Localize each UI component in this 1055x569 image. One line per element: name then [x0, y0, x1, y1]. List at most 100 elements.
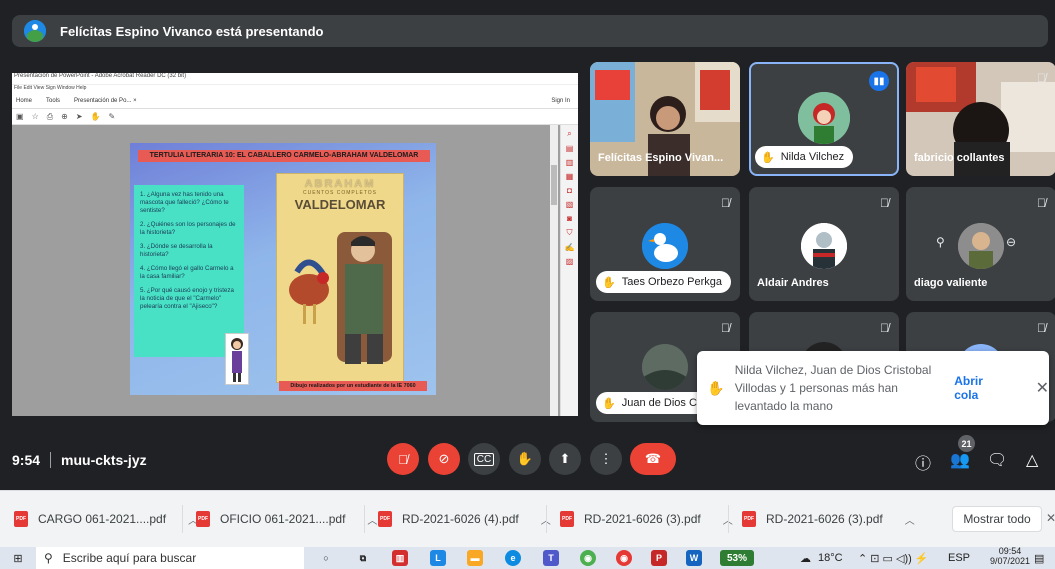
- edge-icon[interactable]: e: [505, 550, 521, 566]
- chevron-up-icon[interactable]: ︿: [367, 512, 377, 527]
- meeting-control-bar: 9:54 muu-ckts-jyz 🎙̸ ⊘ CC ✋ ⬆ ⋮ ☎ ⓘ 👥 🗨 △: [0, 440, 1055, 482]
- acrobat-titlebar: Presentación de PowerPoint - Adobe Acrob…: [12, 73, 578, 85]
- captions-button[interactable]: CC: [468, 443, 500, 475]
- pdf-file-icon: PDF: [560, 511, 574, 527]
- battery-indicator[interactable]: 53%: [720, 550, 754, 566]
- present-button[interactable]: ⬆: [549, 443, 581, 475]
- sign-in-link: Sign In: [551, 97, 570, 104]
- app-icon[interactable]: ▥: [392, 550, 408, 566]
- download-item[interactable]: PDF RD-2021-6026 (3).pdf ︿: [560, 501, 733, 537]
- girl-illustration: [225, 333, 249, 385]
- speaking-indicator-icon: ▮▮: [869, 71, 889, 91]
- mic-toggle-button[interactable]: 🎙̸: [387, 443, 419, 475]
- raised-hand-icon: ✋: [602, 397, 616, 410]
- tray-icons[interactable]: ⌃ ⊡ ▭ ◁)) ⚡: [858, 552, 929, 565]
- comment-tool-icon: ◘: [567, 186, 572, 195]
- create-pdf-icon: ▥: [565, 158, 574, 167]
- tab-document: Presentación de Po... ×: [74, 97, 137, 104]
- people-icon[interactable]: 👥: [950, 450, 970, 470]
- sign-icon: ✍: [564, 243, 575, 252]
- mic-muted-icon: 🎙̸: [1037, 321, 1046, 335]
- weather-temp[interactable]: 18°C: [818, 552, 843, 564]
- notification-text: Nilda Vilchez, Juan de Dios Cristobal Vi…: [734, 363, 932, 413]
- more-options-button[interactable]: ⋮: [590, 443, 622, 475]
- divider: [728, 505, 729, 533]
- participant-tile-nilda[interactable]: ▮▮ ✋ Nilda Vilchez: [749, 62, 899, 176]
- download-filename: RD-2021-6026 (3).pdf: [584, 512, 701, 526]
- shared-screen: Presentación de PowerPoint - Adobe Acrob…: [12, 73, 578, 416]
- divider: [182, 505, 183, 533]
- participant-tile-felicitas[interactable]: Felícitas Espino Vivan...: [590, 62, 740, 176]
- mic-muted-icon: 🎙̸: [880, 196, 889, 210]
- downloads-bar: PDF CARGO 061-2021....pdf ︿ PDF OFICIO 0…: [0, 490, 1055, 547]
- leave-call-button[interactable]: ☎: [630, 443, 676, 475]
- download-filename: OFICIO 061-2021....pdf: [220, 512, 346, 526]
- cortana-icon[interactable]: ○: [318, 550, 334, 566]
- book-illustration: [289, 232, 392, 364]
- chevron-up-icon[interactable]: ︿: [905, 512, 915, 527]
- chrome-icon[interactable]: ◉: [616, 550, 632, 566]
- close-icon[interactable]: ✕: [1046, 511, 1055, 525]
- taskbar-search[interactable]: ⚲ Escribe aquí para buscar: [36, 547, 304, 569]
- close-icon[interactable]: ✕: [1036, 378, 1049, 398]
- language-indicator[interactable]: ESP: [948, 552, 970, 564]
- organize-icon: ▧: [565, 200, 574, 209]
- clock-time: 09:54: [998, 546, 1022, 556]
- activities-icon[interactable]: △: [1026, 450, 1038, 470]
- search-icon: ⌕: [567, 129, 572, 138]
- mic-muted-icon: 🎙̸: [721, 321, 730, 335]
- chat-icon[interactable]: 🗨: [987, 450, 1007, 470]
- participant-tile-diago[interactable]: 🎙̸ ⚲ ⊖ diago valiente: [906, 187, 1055, 301]
- download-item[interactable]: PDF OFICIO 061-2021....pdf ︿: [196, 501, 377, 537]
- powerpoint-icon[interactable]: P: [651, 550, 667, 566]
- participant-avatar: [798, 92, 850, 144]
- file-explorer-icon[interactable]: ▬: [467, 550, 483, 566]
- more-tools-icon: ▨: [565, 257, 574, 266]
- app-icon[interactable]: L: [430, 550, 446, 566]
- raised-hand-badge: ✋ Juan de Dios Cri: [596, 392, 713, 414]
- question-item: 4. ¿Cómo llegó el gallo Carmelo a la cas…: [140, 265, 234, 280]
- word-icon[interactable]: W: [686, 550, 702, 566]
- more-vert-icon: ⋮: [599, 451, 613, 466]
- pointer-icon: ➤: [75, 112, 83, 121]
- acrobat-tools-panel: ⌕ ▤ ▥ ▦ ◘ ▧ ◙ ⛉ ✍ ▨: [560, 125, 578, 416]
- task-view-icon[interactable]: ⧉: [355, 550, 371, 566]
- show-all-button[interactable]: Mostrar todo: [952, 506, 1042, 532]
- remove-icon[interactable]: ⊖: [1006, 235, 1016, 249]
- clock-date: 9/07/2021: [990, 556, 1031, 566]
- raised-hands-notification: ✋ Nilda Vilchez, Juan de Dios Cristobal …: [697, 351, 1049, 425]
- chrome-icon[interactable]: ◉: [580, 550, 596, 566]
- pdf-file-icon: PDF: [378, 511, 392, 527]
- download-filename: RD-2021-6026 (4).pdf: [402, 512, 519, 526]
- teams-icon[interactable]: T: [543, 550, 559, 566]
- notifications-icon[interactable]: ▤: [1034, 552, 1044, 565]
- taskbar-clock[interactable]: 09:54 9/07/2021: [990, 546, 1030, 566]
- save-icon: ▣: [16, 112, 24, 121]
- print-icon: ⎙: [46, 111, 54, 121]
- weather-icon[interactable]: ☁: [800, 552, 811, 565]
- tab-home: Home: [16, 97, 33, 104]
- camera-toggle-button[interactable]: ⊘: [428, 443, 460, 475]
- participant-tile-fabricio[interactable]: 🎙̸ fabricio collantes: [906, 62, 1055, 176]
- download-item[interactable]: PDF RD-2021-6026 (3).pdf ︿: [742, 501, 915, 537]
- participant-name: Felícitas Espino Vivan...: [598, 152, 724, 164]
- mic-off-icon: 🎙̸: [398, 451, 408, 467]
- raised-hand-badge: ✋ Nilda Vilchez: [755, 146, 854, 168]
- windows-start-icon[interactable]: ⊞: [0, 552, 36, 565]
- download-item[interactable]: PDF RD-2021-6026 (4).pdf ︿: [378, 501, 551, 537]
- book-title-line2: CUENTOS COMPLETOS: [302, 190, 378, 196]
- raise-hand-button[interactable]: ✋: [509, 443, 541, 475]
- open-queue-button[interactable]: Abrir cola: [954, 374, 1009, 402]
- pin-icon[interactable]: ⚲: [936, 235, 945, 249]
- info-icon[interactable]: ⓘ: [915, 450, 931, 474]
- participant-tile-aldair[interactable]: 🎙̸ Aldair Andres: [749, 187, 899, 301]
- participant-tile-taes[interactable]: 🎙̸ ✋ Taes Orbezo Perkga: [590, 187, 740, 301]
- mic-muted-icon: 🎙̸: [880, 321, 889, 335]
- camera-off-icon: ⊘: [438, 451, 450, 466]
- download-item[interactable]: PDF CARGO 061-2021....pdf ︿: [14, 501, 198, 537]
- divider: [364, 505, 365, 533]
- acrobat-menubar: File Edit View Sign Window Help: [14, 85, 87, 91]
- presenter-banner: Felícitas Espino Vivanco está presentand…: [12, 15, 1048, 47]
- present-icon: ⬆: [559, 451, 571, 466]
- mic-muted-icon: 🎙̸: [1037, 71, 1046, 85]
